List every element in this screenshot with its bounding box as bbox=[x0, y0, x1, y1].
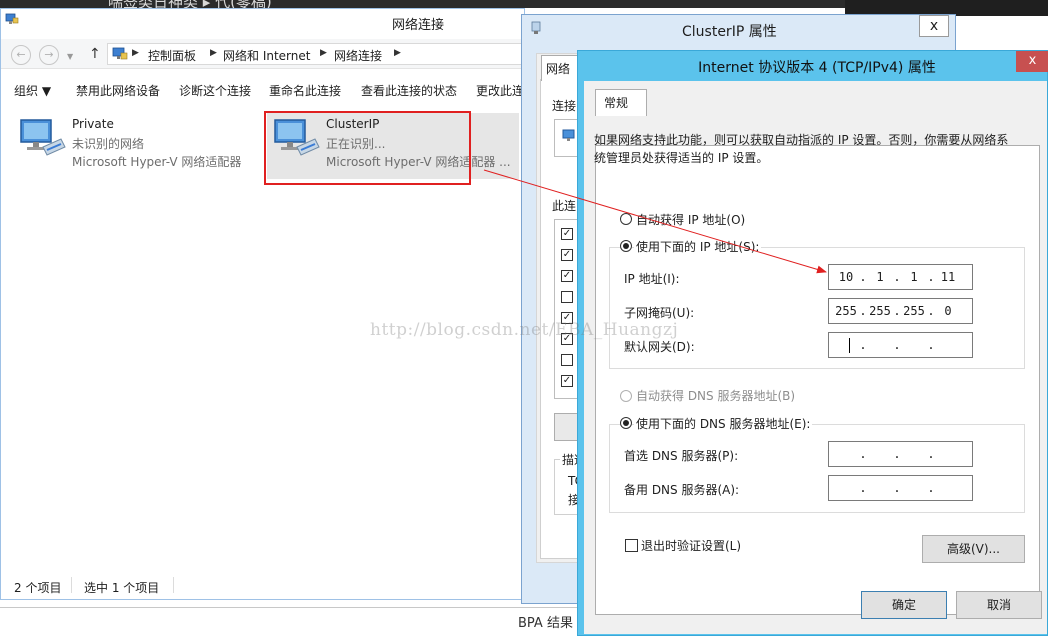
tab-label: 常规 bbox=[604, 96, 629, 110]
tab-general[interactable]: 常规 bbox=[595, 89, 647, 116]
annotation-arrow bbox=[483, 169, 827, 274]
